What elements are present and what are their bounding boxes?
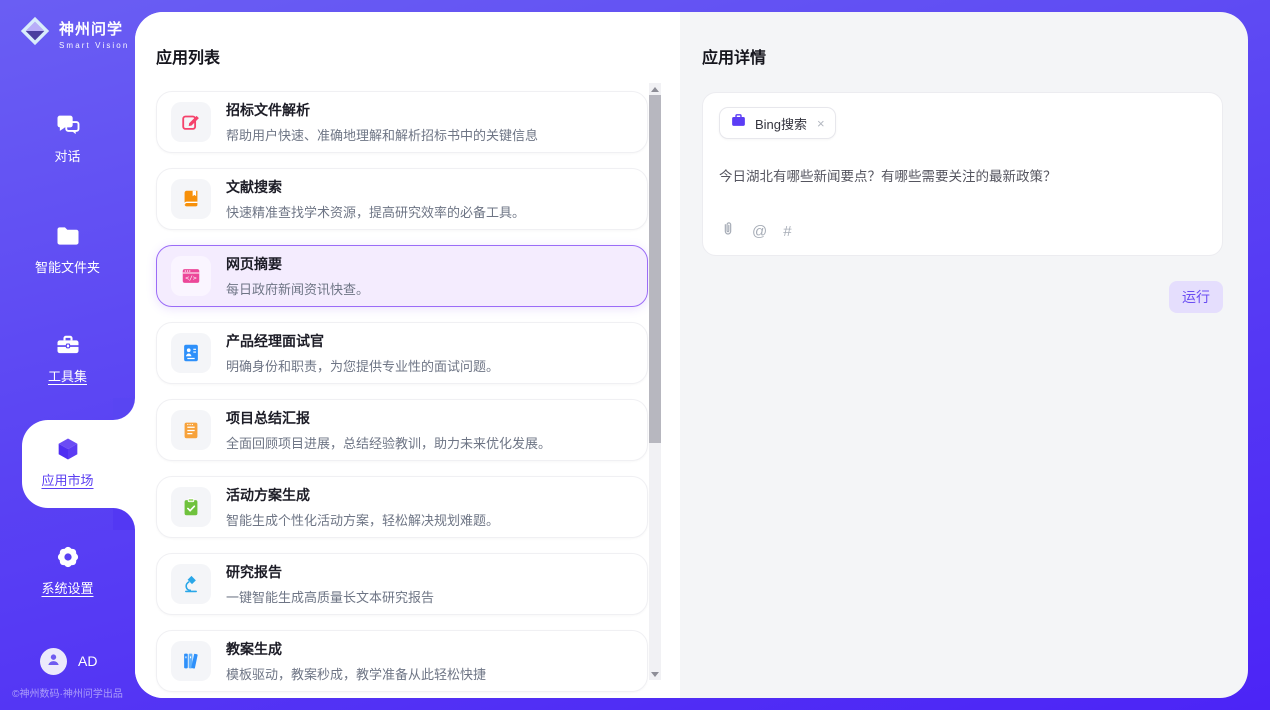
sidebar: 神州问学 Smart Vision 对话: [0, 0, 135, 710]
person-icon: [44, 650, 63, 674]
chat-icon: [0, 110, 135, 140]
app-window-frame: 神州问学 Smart Vision 对话: [0, 0, 1270, 710]
chip-close-icon[interactable]: ×: [817, 116, 825, 131]
bid-document-icon: [171, 102, 211, 142]
paperclip-icon[interactable]: [720, 221, 736, 242]
app-card-description: 快速精准查找学术资源，提高研究效率的必备工具。: [226, 202, 525, 221]
app-card-description: 帮助用户快速、准确地理解和解析招标书中的关键信息: [226, 125, 538, 144]
app-card-title: 研究报告: [226, 562, 434, 582]
sidebar-item-smart-folder[interactable]: 智能文件夹: [0, 221, 135, 276]
sidebar-item-label: 智能文件夹: [0, 257, 135, 276]
app-card-description: 智能生成个性化活动方案，轻松解决规划难题。: [226, 510, 499, 529]
app-list-scrollbar[interactable]: [649, 83, 661, 680]
app-list-title: 应用列表: [156, 44, 680, 68]
prompt-text[interactable]: 今日湖北有哪些新闻要点？有哪些需要关注的最新政策？: [719, 165, 1206, 185]
sidebar-item-label: 应用市场: [0, 470, 135, 489]
app-card-description: 模板驱动，教案秒成，教学准备从此轻松快捷: [226, 664, 486, 683]
app-card-list: 招标文件解析 帮助用户快速、准确地理解和解析招标书中的关键信息 文献搜索: [156, 91, 648, 692]
bump-fillet-top: [113, 398, 135, 420]
sidebar-item-chat[interactable]: 对话: [0, 110, 135, 165]
mention-icon[interactable]: @: [752, 224, 767, 239]
tool-chip-label: Bing搜索: [755, 114, 807, 133]
prompt-toolbar: @ #: [720, 221, 792, 242]
run-row: 运行: [702, 281, 1223, 313]
app-card-description: 明确身份和职责，为您提供专业性的面试问题。: [226, 356, 499, 375]
web-page-icon: </>: [171, 256, 211, 296]
activity-plan-icon: [171, 487, 211, 527]
hash-icon[interactable]: #: [783, 224, 791, 239]
app-card-lesson-plan[interactable]: 教案生成 模板驱动，教案秒成，教学准备从此轻松快捷: [156, 630, 648, 692]
prompt-editor-card: Bing搜索 × 今日湖北有哪些新闻要点？有哪些需要关注的最新政策？ @ #: [702, 92, 1223, 256]
briefcase-icon: [730, 112, 747, 134]
app-logo: 神州问学 Smart Vision: [18, 14, 129, 53]
sidebar-item-label: 系统设置: [0, 578, 135, 597]
app-detail-title: 应用详情: [702, 44, 1223, 68]
bump-fillet-bottom: [113, 508, 135, 530]
app-card-title: 产品经理面试官: [226, 331, 499, 351]
project-report-icon: [171, 410, 211, 450]
tool-chip-bing-search[interactable]: Bing搜索 ×: [719, 107, 836, 139]
sidebar-item-label: 工具集: [0, 366, 135, 385]
svg-text:</>: </>: [185, 274, 197, 282]
toolbox-icon: [0, 330, 135, 360]
app-card-pm-interviewer[interactable]: 产品经理面试官 明确身份和职责，为您提供专业性的面试问题。: [156, 322, 648, 384]
app-list-panel: 应用列表 招标文件解析 帮助用户快速、准确地理解和解析招标书中的关键信息: [135, 12, 680, 698]
app-card-title: 文献搜索: [226, 177, 525, 197]
app-card-description: 全面回顾项目进展，总结经验教训，助力未来优化发展。: [226, 433, 551, 452]
app-card-title: 活动方案生成: [226, 485, 499, 505]
literature-book-icon: [171, 179, 211, 219]
app-card-title: 项目总结汇报: [226, 408, 551, 428]
app-detail-panel: 应用详情 Bing搜索 × 今日湖北有哪些新闻要点？有哪些需要关注的最新政策？: [680, 12, 1248, 698]
run-button[interactable]: 运行: [1169, 281, 1223, 313]
sidebar-item-toolset[interactable]: 工具集: [0, 330, 135, 385]
sidebar-item-label: 对话: [0, 146, 135, 165]
user-name: AD: [78, 653, 97, 669]
app-card-description: 一键智能生成高质量长文本研究报告: [226, 587, 434, 606]
sidebar-item-app-market[interactable]: 应用市场: [0, 434, 135, 489]
logo-diamond-icon: [18, 14, 52, 53]
app-card-literature-search[interactable]: 文献搜索 快速精准查找学术资源，提高研究效率的必备工具。: [156, 168, 648, 230]
sidebar-item-settings[interactable]: 系统设置: [0, 542, 135, 597]
app-card-web-summary[interactable]: </> 网页摘要 每日政府新闻资讯快查。: [156, 245, 648, 307]
app-card-title: 网页摘要: [226, 254, 369, 274]
logo-title: 神州问学: [59, 18, 129, 39]
app-market-cube-icon: [0, 434, 135, 464]
content-panel: 应用列表 招标文件解析 帮助用户快速、准确地理解和解析招标书中的关键信息: [135, 12, 1248, 698]
app-card-title: 教案生成: [226, 639, 486, 659]
lesson-plan-icon: [171, 641, 211, 681]
gear-icon: [0, 542, 135, 572]
scroll-up-icon[interactable]: [649, 83, 661, 95]
app-card-research-report[interactable]: 研究报告 一键智能生成高质量长文本研究报告: [156, 553, 648, 615]
folder-icon: [0, 221, 135, 251]
sidebar-footer: ©神州数码·神州问学出品: [0, 685, 135, 700]
scroll-down-icon[interactable]: [649, 668, 661, 680]
logo-subtitle: Smart Vision: [59, 41, 129, 50]
app-card-bid-parse[interactable]: 招标文件解析 帮助用户快速、准确地理解和解析招标书中的关键信息: [156, 91, 648, 153]
scrollbar-thumb[interactable]: [649, 95, 661, 443]
app-card-description: 每日政府新闻资讯快查。: [226, 279, 369, 298]
app-card-activity-plan[interactable]: 活动方案生成 智能生成个性化活动方案，轻松解决规划难题。: [156, 476, 648, 538]
app-card-title: 招标文件解析: [226, 100, 538, 120]
user-avatar[interactable]: [40, 648, 67, 675]
app-card-project-summary[interactable]: 项目总结汇报 全面回顾项目进展，总结经验教训，助力未来优化发展。: [156, 399, 648, 461]
research-report-icon: [171, 564, 211, 604]
interviewer-doc-icon: [171, 333, 211, 373]
